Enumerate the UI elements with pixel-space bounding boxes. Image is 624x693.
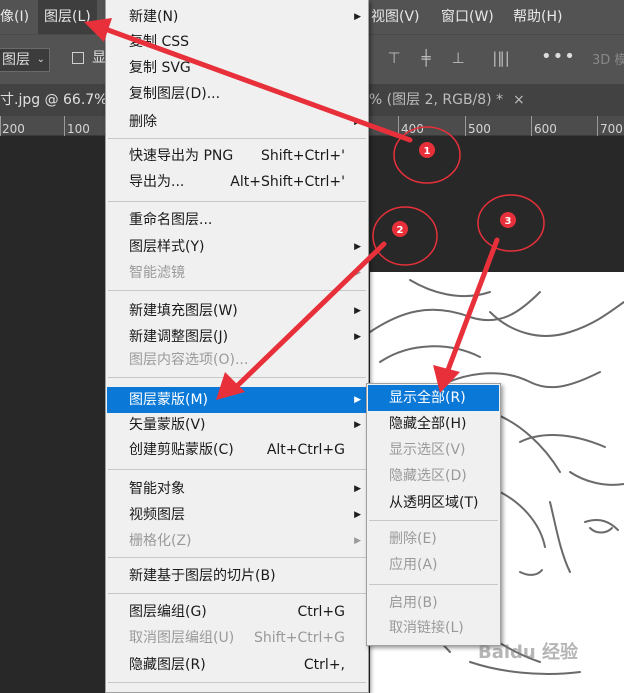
- menu-separator: [108, 593, 366, 594]
- document-tab-1[interactable]: 寸.jpg @ 66.7% (: [0, 84, 117, 116]
- ruler-tick: 600: [534, 122, 557, 136]
- distribute-icon[interactable]: |‖|: [490, 47, 512, 69]
- submenu-arrow-icon: ▶: [354, 536, 361, 546]
- submenu-item-hide-all[interactable]: 隐藏全部(H): [368, 411, 499, 437]
- ruler-tick: 700: [600, 122, 623, 136]
- submenu-arrow-icon: ▶: [354, 12, 361, 22]
- ruler-tick-line: [0, 116, 1, 136]
- menu-item-duplicate-layer[interactable]: 复制图层(D)...: [107, 81, 367, 107]
- menu-view[interactable]: 视图(V): [371, 0, 420, 34]
- menu-item-new-layer-based-slice[interactable]: 新建基于图层的切片(B): [107, 563, 367, 589]
- menu-item-smart-filter: 智能滤镜 ▶: [107, 260, 367, 286]
- menu-item-group-layers[interactable]: 图层编组(G) Ctrl+G: [107, 599, 367, 625]
- submenu-item-apply: 应用(A): [389, 557, 438, 573]
- layer-menu: 新建(N) ▶ 复制 CSS 复制 SVG 复制图层(D)... 删除 ▶ 快速导出…: [105, 0, 369, 693]
- submenu-item-reveal-selection: 显示选区(V): [389, 442, 466, 458]
- ruler-tick-line: [597, 116, 598, 136]
- menu-item-layer-mask[interactable]: 图层蒙版(M) ▶: [107, 387, 367, 413]
- align-bottom-icon[interactable]: ⊥: [447, 47, 469, 69]
- submenu-arrow-icon: ▶: [354, 484, 361, 494]
- 3d-mode-label: 3D 模: [592, 53, 624, 68]
- submenu-arrow-icon: ▶: [354, 306, 361, 316]
- menu-item-rename-layer[interactable]: 重命名图层...: [107, 207, 367, 233]
- submenu-arrow-icon: ▶: [354, 420, 361, 430]
- menu-item-delete[interactable]: 删除 ▶: [107, 109, 367, 135]
- ruler-tick: 100: [67, 122, 90, 136]
- ruler-tick: 200: [2, 122, 25, 136]
- submenu-arrow-icon: ▶: [354, 117, 361, 127]
- submenu-arrow-icon: ▶: [354, 395, 361, 405]
- menu-separator: [108, 682, 366, 683]
- show-transform-label: 显: [92, 50, 106, 66]
- submenu-item-delete: 删除(E): [389, 531, 437, 547]
- auto-select-dropdown[interactable]: 图层 ⌄: [0, 48, 50, 72]
- menu-separator: [108, 469, 366, 470]
- menu-item-copy-css[interactable]: 复制 CSS: [107, 29, 367, 55]
- ruler-tick: 400: [401, 122, 424, 136]
- submenu-arrow-icon: ▶: [354, 242, 361, 252]
- ruler-tick: 500: [468, 122, 491, 136]
- menu-item-quick-export-png[interactable]: 快速导出为 PNG Shift+Ctrl+': [107, 143, 367, 169]
- menu-item-rasterize: 栅格化(Z) ▶: [107, 528, 367, 554]
- menu-item-hide-layers[interactable]: 隐藏图层(R) Ctrl+,: [107, 652, 367, 678]
- menu-item-video-layer[interactable]: 视频图层 ▶: [107, 502, 367, 528]
- menu-item-copy-svg[interactable]: 复制 SVG: [107, 55, 367, 81]
- menu-item-ungroup-layers: 取消图层编组(U) Shift+Ctrl+G: [129, 630, 345, 646]
- menu-separator: [108, 201, 366, 202]
- submenu-arrow-icon: ▶: [354, 510, 361, 520]
- submenu-separator: [369, 584, 498, 585]
- menu-item-vector-mask[interactable]: 矢量蒙版(V) ▶: [107, 412, 367, 438]
- menu-separator: [108, 138, 366, 139]
- menu-item-layer-style[interactable]: 图层样式(Y) ▶: [107, 234, 367, 260]
- menu-item-smart-object[interactable]: 智能对象 ▶: [107, 476, 367, 502]
- submenu-arrow-icon: ▶: [354, 268, 361, 278]
- submenu-item-from-transparency[interactable]: 从透明区域(T): [368, 490, 499, 516]
- layer-mask-submenu: 显示全部(R) 隐藏全部(H) 显示选区(V) 隐藏选区(D) 从透明区域(T)…: [366, 383, 501, 646]
- auto-select-value: 图层: [2, 52, 30, 68]
- menu-item-layer-content-options: 图层内容选项(O)...: [129, 352, 249, 368]
- align-vcenter-icon[interactable]: ╪: [415, 47, 437, 69]
- menu-help[interactable]: 帮助(H): [513, 0, 562, 34]
- document-tab-2[interactable]: 0% (图层 2, RGB/8) *: [360, 84, 503, 116]
- show-transform-checkbox[interactable]: [72, 52, 84, 64]
- menu-separator: [108, 377, 366, 378]
- menu-item-new[interactable]: 新建(N) ▶: [107, 4, 367, 30]
- menu-separator: [108, 557, 366, 558]
- submenu-item-reveal-all[interactable]: 显示全部(R): [368, 385, 499, 411]
- ruler-tick-line: [465, 116, 466, 136]
- submenu-item-enable: 启用(B): [389, 595, 438, 611]
- menu-separator: [108, 290, 366, 291]
- ruler-tick-line: [398, 116, 399, 136]
- menu-window[interactable]: 窗口(W): [441, 0, 494, 34]
- watermark: Baidu 经验: [478, 642, 579, 663]
- submenu-item-hide-selection: 隐藏选区(D): [389, 468, 467, 484]
- align-top-icon[interactable]: ⊤: [383, 47, 405, 69]
- ruler-tick-line: [531, 116, 532, 136]
- menu-item-new-fill-layer[interactable]: 新建填充图层(W) ▶: [107, 298, 367, 324]
- close-tab-icon[interactable]: ×: [513, 84, 525, 116]
- more-options-button[interactable]: •••: [541, 46, 576, 67]
- menu-layer[interactable]: 图层(L): [38, 0, 97, 34]
- ruler-tick-line: [64, 116, 65, 136]
- menu-item-export-as[interactable]: 导出为... Alt+Shift+Ctrl+': [107, 169, 367, 195]
- menu-item-create-clipping-mask[interactable]: 创建剪贴蒙版(C) Alt+Ctrl+G: [107, 437, 367, 463]
- submenu-separator: [369, 520, 498, 521]
- menu-image[interactable]: 像(I): [0, 0, 29, 34]
- chevron-down-icon: ⌄: [36, 54, 45, 65]
